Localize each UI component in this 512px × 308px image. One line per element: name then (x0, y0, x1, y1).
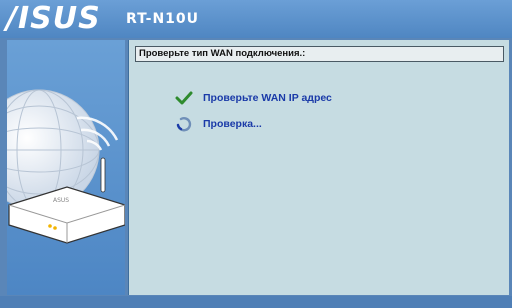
header-bar: /ISUS RT-N10U (0, 0, 512, 38)
step-checking: Проверка... (175, 116, 262, 132)
router-logo-mark: ASUS (53, 197, 69, 204)
page-title: Проверьте тип WAN подключения.: (135, 46, 504, 62)
model-name: RT-N10U (126, 11, 200, 27)
spinner-icon (175, 116, 193, 132)
footer-bar (0, 296, 512, 308)
main-panel: Проверьте тип WAN подключения.: Проверьт… (128, 40, 509, 295)
router-globe-illustration: ASUS (7, 89, 125, 244)
asus-logo: /ISUS (6, 1, 101, 36)
checkmark-icon (175, 90, 193, 106)
step-check-wan-ip: Проверьте WAN IP адрес (175, 90, 332, 106)
step-label: Проверка... (203, 118, 262, 130)
side-illustration: ASUS (7, 40, 125, 295)
step-label: Проверьте WAN IP адрес (203, 92, 332, 104)
